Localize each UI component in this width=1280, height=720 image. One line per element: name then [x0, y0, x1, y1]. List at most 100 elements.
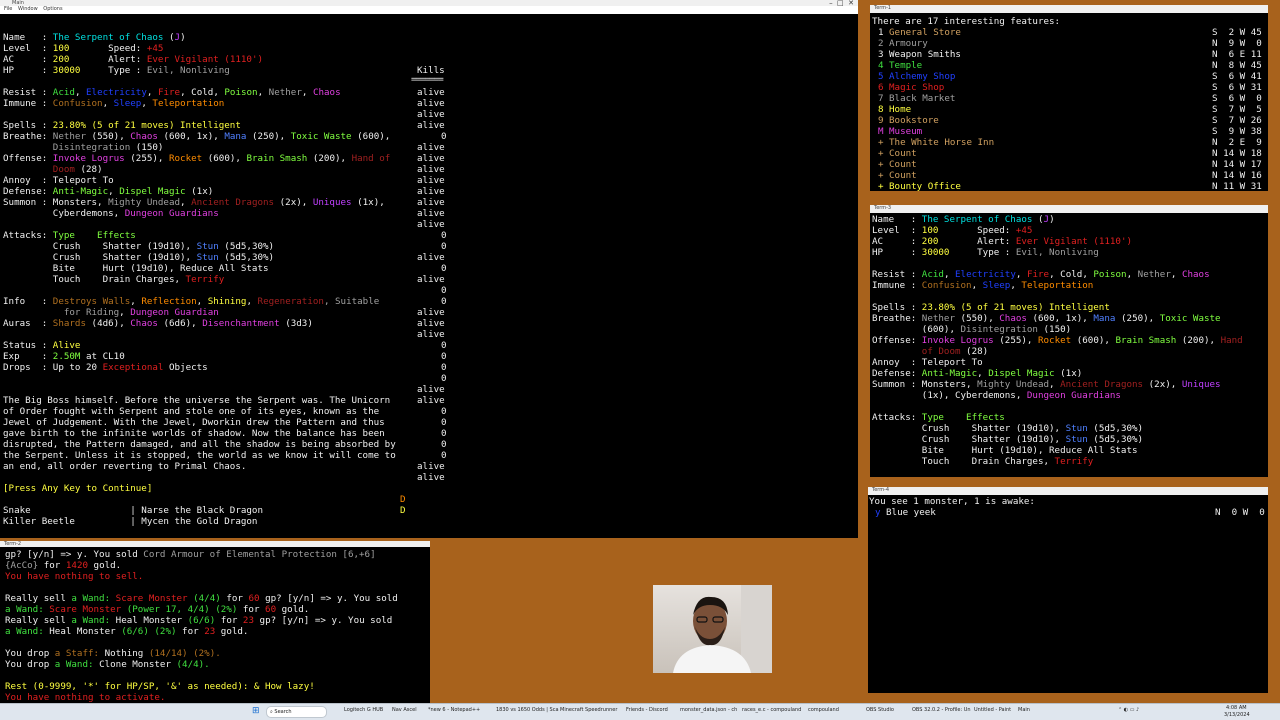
- feature-item[interactable]: + Count N 14 W 16: [870, 170, 1268, 181]
- message-segment: gold.: [276, 604, 310, 615]
- webcam-person-image: [673, 585, 772, 673]
- main-recall-segment: Snake | Narse the Black Dragon: [3, 505, 263, 516]
- recall-titlebar[interactable]: Term-3: [870, 205, 1268, 213]
- message-segment: Heal Monster: [49, 626, 116, 637]
- taskbar-app-13[interactable]: Main: [1018, 707, 1030, 713]
- main-recall-segment: ): [180, 32, 186, 43]
- kill-status: alive: [417, 109, 445, 120]
- kill-status: alive: [417, 175, 445, 186]
- side-recall-segment: ,: [1126, 269, 1138, 280]
- taskbar-app-12[interactable]: Untitled - Paint: [974, 707, 1011, 713]
- side-recall-segment: Teleportation: [1021, 280, 1094, 291]
- main-recall-segment: Auras :: [3, 318, 53, 329]
- main-recall-line: Immune : Confusion, Sleep, Teleportation: [3, 98, 224, 109]
- clock-time: 4:08 AM: [1226, 705, 1247, 711]
- taskbar-app-7[interactable]: monster_data.json - ch: [680, 707, 737, 713]
- main-recall-line: Jewel of Judgement. With the Jewel, Dwor…: [3, 417, 385, 428]
- features-window[interactable]: Term-1 There are 17 interesting features…: [870, 5, 1268, 191]
- main-recall-segment: Anti-Magic: [52, 186, 109, 197]
- main-recall-line: Cyberdemons, Dungeon Guardians: [3, 208, 219, 219]
- main-recall-segment: Mighty Undead: [108, 197, 181, 208]
- kill-status: 0: [441, 241, 447, 252]
- features-titlebar[interactable]: Term-1: [870, 5, 1268, 13]
- main-recall-segment: Exp :: [3, 351, 53, 362]
- feature-item[interactable]: 6 Magic Shop S 6 W 31: [870, 82, 1268, 93]
- feature-item[interactable]: 4 Temple N 8 W 45: [870, 60, 1268, 71]
- main-recall-segment: +45: [146, 43, 164, 54]
- side-recall-segment: Stun: [1065, 434, 1088, 445]
- main-recall-segment: Touch Drain Charges,: [3, 274, 186, 285]
- main-recall-segment: Acid: [52, 87, 75, 98]
- feature-item[interactable]: + Bounty Office N 11 W 31: [870, 181, 1268, 191]
- menu-file[interactable]: File: [4, 6, 12, 12]
- feature-item[interactable]: 8 Home S 7 W 5: [870, 104, 1268, 115]
- monster-list-window[interactable]: Term-4 You see 1 monster, 1 is awake: y …: [868, 487, 1268, 693]
- feature-item[interactable]: 5 Alchemy Shop S 6 W 41: [870, 71, 1268, 82]
- message-window[interactable]: Term-2 gp? [y/n] => y. You sold Cord Arm…: [0, 541, 430, 705]
- feature-name: Alchemy Shop: [889, 71, 956, 82]
- main-recall-line: Crush Shatter (19d10), Stun (5d5,30%): [3, 252, 274, 263]
- feature-item[interactable]: 3 Weapon Smiths N 6 E 11: [870, 49, 1268, 60]
- taskbar-app-2[interactable]: Nav Ascel: [392, 707, 417, 713]
- side-recall-segment: AC :: [872, 236, 922, 247]
- main-recall-line: Breathe: Nether (550), Chaos (600, 1x), …: [3, 131, 390, 142]
- main-recall-segment: Stun: [196, 252, 219, 263]
- taskbar-app-1[interactable]: Logitech G HUB: [344, 707, 383, 713]
- start-button[interactable]: ⊞: [252, 706, 260, 716]
- main-recall-segment: Spells :: [3, 120, 53, 131]
- message-segment: 60: [248, 593, 260, 604]
- side-recall-segment: (550),: [955, 313, 1000, 324]
- tray-icons[interactable]: ⌃ ◐ ▭ ♪: [1118, 707, 1139, 713]
- side-recall-segment: Dispel Magic: [988, 368, 1055, 379]
- main-recall-segment: Hand of: [351, 153, 391, 164]
- side-recall-segment: (5d5,30%): [1087, 423, 1144, 434]
- taskbar-app-11[interactable]: OBS 32.0.2 - Profile: Un: [912, 707, 971, 713]
- main-recall-segment: (3d3): [279, 318, 313, 329]
- feature-item[interactable]: + Count N 14 W 18: [870, 148, 1268, 159]
- message-segment: gold.: [88, 560, 122, 571]
- main-recall-segment: ,: [102, 98, 114, 109]
- feature-name: Bounty Office: [889, 181, 961, 191]
- menu-options[interactable]: Options: [43, 6, 62, 12]
- main-recall-segment: disrupted, the Pattern damaged, and all …: [3, 439, 396, 450]
- taskbar-search[interactable]: ⌕ Search: [266, 706, 327, 718]
- kill-status: alive: [417, 329, 445, 340]
- message-segment: Scare Monster: [49, 604, 122, 615]
- taskbar-app-9[interactable]: compouland: [808, 707, 839, 713]
- taskbar-app-5[interactable]: Minecraft Speedrunner: [560, 707, 617, 713]
- feature-item[interactable]: 2 Armoury N 9 W 0: [870, 38, 1268, 49]
- side-recall-segment: of Doom: [872, 346, 961, 357]
- main-recall-segment: Invoke Logrus: [52, 153, 125, 164]
- side-recall-segment: (28): [960, 346, 989, 357]
- feature-key: 8: [878, 104, 884, 115]
- main-window[interactable]: Main – □ ✕ File Window Options Name : Th…: [0, 0, 858, 538]
- feature-item[interactable]: + Count N 14 W 17: [870, 159, 1268, 170]
- main-recall-segment: HP :: [3, 65, 53, 76]
- taskbar-app-6[interactable]: Friends - Discord: [626, 707, 668, 713]
- feature-item[interactable]: M Museum S 9 W 38: [870, 126, 1268, 137]
- message-titlebar[interactable]: Term-2: [0, 541, 430, 547]
- side-recall-segment: Resist :: [872, 269, 922, 280]
- feature-item[interactable]: + The White Horse Inn N 2 E 9: [870, 137, 1268, 148]
- menu-window[interactable]: Window: [18, 6, 38, 12]
- feature-item[interactable]: 7 Black Market S 6 W 0: [870, 93, 1268, 104]
- main-recall-segment: Terrify: [185, 274, 225, 285]
- main-recall-segment: Poison: [224, 87, 258, 98]
- main-recall-segment: Bite Hurt (19d10), Reduce All Stats: [3, 263, 269, 274]
- feature-name: Home: [889, 104, 912, 115]
- monster-list-titlebar[interactable]: Term-4: [868, 487, 1268, 495]
- side-recall-segment: ,: [1049, 269, 1061, 280]
- message-segment: {AcCo}: [5, 560, 39, 571]
- taskbar-app-8[interactable]: races_e.c - compouland: [742, 707, 801, 713]
- main-recall-segment: Alert:: [108, 54, 147, 65]
- taskbar-app-4[interactable]: 1830 vs 1650 Odds | Sca: [496, 707, 559, 713]
- recall-window[interactable]: Term-3 Name : The Serpent of Chaos (J) Le…: [870, 205, 1268, 477]
- kill-status: alive: [417, 461, 445, 472]
- feature-item[interactable]: 9 Bookstore S 7 W 26: [870, 115, 1268, 126]
- taskbar-app-3[interactable]: *new 6 - Notepad++: [428, 707, 480, 713]
- side-recall-segment: Chaos: [999, 313, 1027, 324]
- main-recall-segment: (150): [130, 142, 164, 153]
- feature-item[interactable]: 1 General Store S 2 W 45: [870, 27, 1268, 38]
- message-line: a Wand: Heal Monster (6/6) (2%) for 23 g…: [5, 626, 248, 637]
- taskbar-app-10[interactable]: OBS Studio: [866, 707, 894, 713]
